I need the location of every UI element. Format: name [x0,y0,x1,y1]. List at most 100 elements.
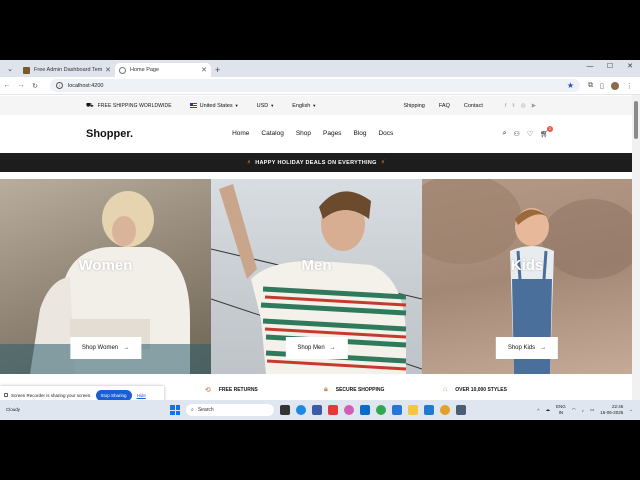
currency-label: USD [256,102,269,109]
window-controls: — ☐ ✕ [580,60,640,73]
nav-item-docs[interactable]: Docs [378,130,393,137]
page-scrollbar[interactable] [632,95,640,400]
menu-dots-icon[interactable]: ⋮ [626,82,633,90]
shipping-notice: ⛟ FREE SHIPPING WORLDWIDE [86,102,172,110]
nav-item-pages[interactable]: Pages [323,130,341,137]
screen: ⌄ Free Admin Dashboard Templates ✕ Home … [0,60,640,420]
feature-secure-shopping: 🔒︎ SECURE SHOPPING [324,386,384,394]
tab-search-icon[interactable]: ⌄ [3,62,17,76]
shop-men-button[interactable]: Shop Men → [285,337,348,359]
minimize-icon[interactable]: — [580,60,600,73]
kids-panel[interactable]: Kids Shop Kids → [422,179,632,374]
site-logo[interactable]: Shopper. [86,128,133,140]
recorder-app-icon[interactable] [456,405,467,415]
link-shipping[interactable]: Shipping [403,103,424,109]
taskbar-search[interactable]: ⌕ Search [186,404,275,416]
back-icon[interactable]: ← [0,82,14,89]
shipping-notice-text: FREE SHIPPING WORLDWIDE [97,102,172,109]
cart-icon[interactable]: 🛒︎ 2 [540,125,553,138]
nav-item-home[interactable]: Home [232,130,249,137]
extensions-icon[interactable]: ⧉ [588,82,593,90]
browser-tab-strip: ⌄ Free Admin Dashboard Templates ✕ Home … [0,60,640,77]
omnibox[interactable]: i localhost:4200 ★ [50,79,580,92]
shop-women-button[interactable]: Shop Women → [69,337,142,359]
country-selector[interactable]: United States ▼ [189,102,239,109]
task-view-icon[interactable] [280,405,291,415]
banner-text: HAPPY HOLIDAY DEALS ON EVERYTHING [255,159,377,166]
women-panel[interactable]: Women Shop Women → [0,179,211,374]
facebook-icon[interactable]: f [505,103,507,109]
refresh-icon: ⟲ [205,387,211,394]
taskbar-apps [280,405,467,415]
chevron-down-icon: ▼ [312,102,317,108]
link-contact[interactable]: Contact [464,103,483,109]
edge-icon[interactable] [296,405,307,415]
url-text[interactable]: localhost:4200 [68,83,567,89]
twitter-icon[interactable]: 𝕥 [512,103,515,109]
heart-icon[interactable]: ♡ [527,130,533,138]
language-bottom: IN [558,410,564,415]
tab-title: Home Page [130,67,160,73]
volume-icon[interactable]: ♪ [582,408,584,413]
copilot-icon[interactable] [344,405,355,415]
cart-count-badge: 2 [547,125,553,132]
language-indicator[interactable]: ENG IN [556,404,566,416]
clock[interactable]: 22:46 16-06-2025 [600,404,623,416]
wifi-icon[interactable]: ◠ [572,407,576,413]
close-tab-icon[interactable]: ✕ [105,66,111,74]
hide-button[interactable]: Hide [137,393,146,398]
browser-toolbar-icons: ⧉ ▯ ⋮ [588,81,633,90]
outlook-icon[interactable] [360,405,371,415]
arrow-right-icon: → [123,345,130,351]
shop-kids-button[interactable]: Shop Kids → [495,337,559,359]
instagram-icon[interactable]: ◎ [521,103,526,109]
recorder-icon [4,393,8,397]
link-faq[interactable]: FAQ [439,103,450,109]
chrome-app-icon[interactable] [376,405,387,415]
kids-title: Kids [510,257,544,274]
onedrive-icon[interactable]: ☁ [546,407,551,413]
site-info-icon[interactable]: i [56,82,63,89]
battery-icon[interactable]: ▭ [590,407,594,413]
youtube-icon[interactable]: ▶ [532,103,536,109]
stop-sharing-button[interactable]: Stop Sharing [95,389,132,401]
reload-icon[interactable]: ↻ [28,82,42,90]
search-icon: ⌕ [191,407,194,413]
taskbar-search-placeholder: Search [197,407,214,413]
weather-label: Cloudy [6,407,21,412]
close-tab-icon[interactable]: ✕ [201,66,207,74]
windows-start-icon[interactable] [170,405,181,415]
forward-icon[interactable]: → [14,82,28,89]
scrollbar-thumb[interactable] [634,101,638,139]
side-panel-icon[interactable]: ▯ [600,82,604,90]
vscode-icon[interactable] [424,405,435,415]
men-panel[interactable]: Men Shop Men → [211,179,422,374]
new-tab-button[interactable]: + [215,65,220,75]
chevron-up-icon[interactable]: ^ [537,408,539,413]
youtube-app-icon[interactable] [328,405,339,415]
photos-icon[interactable] [392,405,403,415]
language-selector[interactable]: English ▼ [292,103,316,109]
chrome-icon[interactable] [440,405,451,415]
tab-admin-dashboard[interactable]: Free Admin Dashboard Templates ✕ [19,63,115,77]
close-window-icon[interactable]: ✕ [620,60,640,73]
weather-widget[interactable]: Cloudy [6,407,20,413]
shop-women-label: Shop Women [81,345,119,351]
nav-item-shop[interactable]: Shop [296,130,311,137]
nav-item-blog[interactable]: Blog [353,130,366,137]
nav-item-catalog[interactable]: Catalog [261,130,283,137]
tab-home-page[interactable]: Home Page ✕ [115,63,211,77]
search-icon[interactable]: ⌕ [503,130,507,138]
maximize-icon[interactable]: ☐ [600,60,620,73]
us-flag-icon [189,102,197,108]
store-icon[interactable] [312,405,323,415]
bolt-icon: ⚡ [246,160,252,166]
currency-selector[interactable]: USD ▼ [257,103,275,109]
notifications-icon[interactable]: ◔ [629,408,632,413]
file-explorer-icon[interactable] [408,405,419,415]
profile-avatar[interactable] [610,81,619,90]
user-icon[interactable]: ⚇ [514,130,520,138]
bookmark-star-icon[interactable]: ★ [567,81,574,90]
category-hero: Women Shop Women → Men Shop Men → Kids S… [0,179,632,374]
shop-kids-label: Shop Kids [507,345,536,351]
